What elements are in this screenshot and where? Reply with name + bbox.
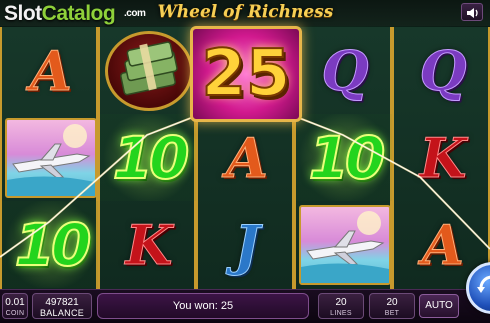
symbol-ten: 10 (308, 123, 387, 193)
win-amount-value: 25 (200, 36, 291, 112)
reel-5: Q K A (392, 27, 490, 289)
reel-4: Q 10 (294, 27, 394, 289)
lines-value: 20 (335, 297, 347, 308)
reel-2-symbol-2: 10 (100, 114, 198, 201)
cash-symbol (105, 30, 193, 111)
game-title: Wheel of Richness (157, 2, 334, 22)
spin-button[interactable] (466, 262, 490, 314)
coin-label: COIN (5, 310, 25, 317)
coin-value: 0.01 (5, 297, 25, 308)
logo-slot-text: Slot (4, 2, 42, 25)
reel-3-symbol-3: J (198, 201, 296, 288)
symbol-a: A (422, 212, 465, 277)
reel-1-symbol-2 (2, 114, 100, 201)
symbol-k: K (419, 125, 467, 190)
symbol-q: Q (419, 38, 467, 103)
symbol-a: A (226, 125, 269, 190)
reel-1: A 10 (0, 27, 100, 289)
jet-icon (7, 123, 95, 196)
bet-label: BET (384, 310, 400, 317)
reel-1-symbol-1: A (2, 27, 100, 114)
symbol-ten: 10 (14, 210, 93, 280)
bottom-bar: 0.01 COIN 497821 BALANCE You won: 25 20 … (0, 289, 490, 323)
logo-catalog-text: Catalog (41, 2, 116, 25)
balance-label: BALANCE (39, 308, 85, 318)
balance-display: 497821 BALANCE (32, 293, 92, 319)
symbol-j: J (234, 212, 261, 277)
symbol-a: A (30, 38, 73, 103)
top-bar: SlotCatalog .com Wheel of Richness (0, 0, 490, 26)
reel-3-symbol-2: A (198, 114, 296, 201)
speaker-icon (467, 8, 478, 18)
win-message: You won: 25 (97, 293, 309, 319)
reel-4-symbol-2: 10 (296, 114, 394, 201)
reel-4-symbol-1: Q (296, 27, 394, 114)
jet-symbol (299, 204, 391, 285)
spin-icon (477, 275, 490, 293)
reel-4-symbol-3 (296, 201, 394, 288)
jet-icon (301, 210, 389, 283)
money-stack-icon (120, 40, 178, 95)
win-amount-badge: 25 (190, 26, 302, 122)
lines-label: LINES (330, 310, 352, 317)
auto-button[interactable]: AUTO (419, 294, 459, 318)
sound-button[interactable] (461, 3, 483, 21)
slot-game: SlotCatalog .com Wheel of Richness A 10 … (0, 0, 490, 323)
coin-value-button[interactable]: 0.01 COIN (2, 293, 28, 319)
symbol-k: K (125, 212, 173, 277)
jet-symbol (5, 117, 97, 198)
slotcatalog-logo: SlotCatalog .com (4, 2, 146, 30)
bet-value: 20 (386, 297, 398, 308)
bet-button[interactable]: 20 BET (369, 293, 415, 319)
reel-1-symbol-3: 10 (2, 201, 100, 288)
reel-2: 10 K (98, 27, 198, 289)
symbol-ten: 10 (112, 123, 191, 193)
reel-5-symbol-1: Q (394, 27, 490, 114)
reel-2-symbol-3: K (100, 201, 198, 288)
logo-com-text: .com (124, 8, 146, 19)
lines-button[interactable]: 20 LINES (318, 293, 364, 319)
symbol-q: Q (321, 38, 369, 103)
reel-2-symbol-1 (100, 27, 198, 114)
reel-5-symbol-2: K (394, 114, 490, 201)
